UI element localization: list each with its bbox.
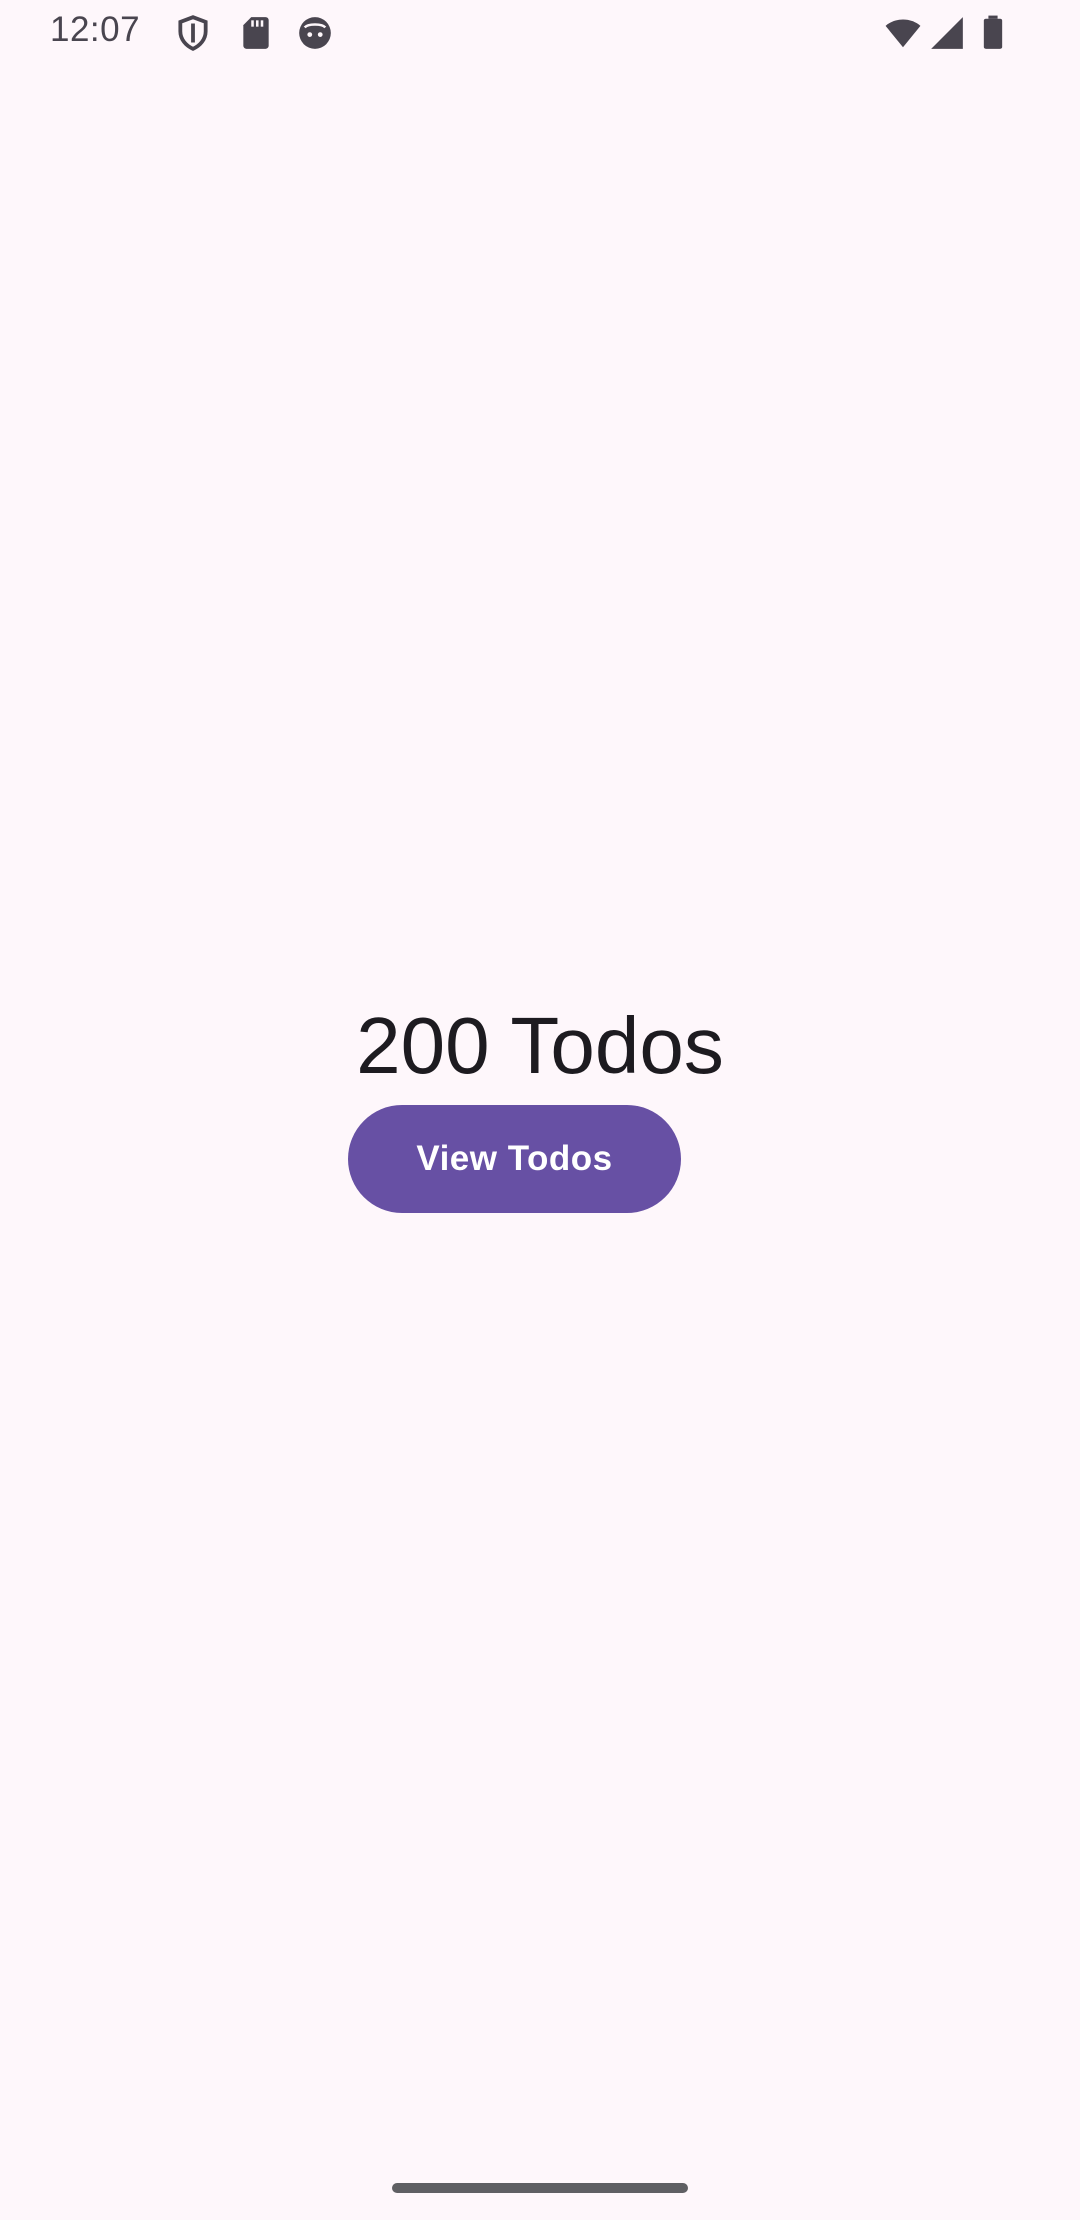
status-time: 12:07 (50, 10, 141, 49)
status-bar: 12:07 (0, 0, 1080, 64)
shield-icon (174, 14, 212, 52)
gesture-nav-handle[interactable] (392, 2183, 688, 2193)
todo-count-title: 200 Todos (356, 1001, 724, 1090)
view-todos-button[interactable]: View Todos (348, 1105, 681, 1213)
cellular-signal-icon (928, 14, 966, 52)
battery-icon (982, 14, 1004, 52)
sd-card-icon (237, 14, 275, 52)
wifi-icon (882, 14, 924, 52)
view-todos-button-label: View Todos (416, 1139, 613, 1178)
android-face-icon (296, 14, 334, 52)
